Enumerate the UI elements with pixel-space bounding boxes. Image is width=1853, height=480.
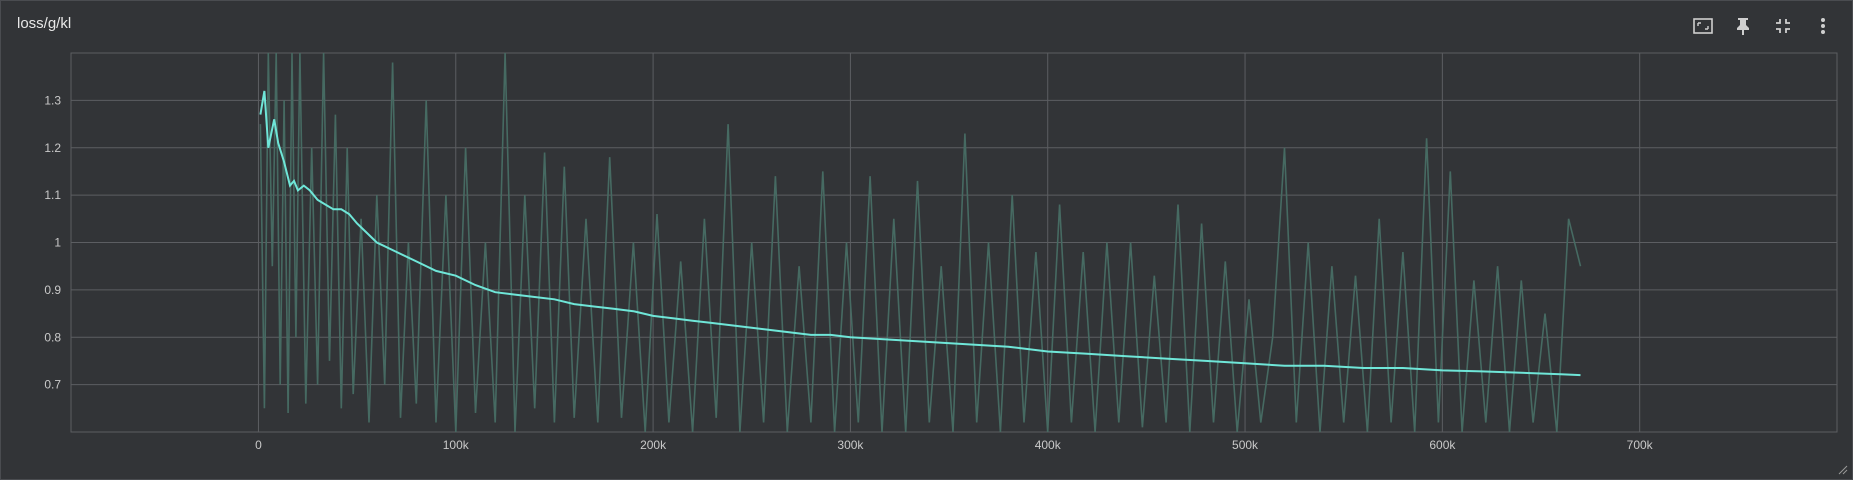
x-tick-label: 500k	[1232, 438, 1259, 452]
x-tick-label: 200k	[640, 438, 667, 452]
x-tick-label: 0	[255, 438, 262, 452]
y-tick-label: 1.1	[44, 188, 61, 202]
x-tick-label: 300k	[837, 438, 864, 452]
y-tick-label: 0.8	[44, 330, 61, 344]
x-tick-label: 100k	[443, 438, 470, 452]
resize-handle-icon[interactable]	[1838, 465, 1848, 475]
y-tick-label: 1.2	[44, 141, 61, 155]
y-tick-label: 1	[54, 236, 61, 250]
y-tick-label: 1.3	[44, 93, 61, 107]
x-tick-label: 600k	[1429, 438, 1456, 452]
y-tick-label: 0.9	[44, 283, 61, 297]
scalar-chart-card: loss/g/kl 0.7 0.8 0.9 1 1.1 1.2 1.3 0 10…	[0, 0, 1853, 480]
x-tick-label: 400k	[1035, 438, 1062, 452]
loss-line-chart[interactable]: 0.7 0.8 0.9 1 1.1 1.2 1.3 0 100k 200k 300k 400k 500k…	[1, 1, 1852, 479]
y-tick-label: 0.7	[44, 378, 61, 392]
x-tick-label: 700k	[1627, 438, 1654, 452]
